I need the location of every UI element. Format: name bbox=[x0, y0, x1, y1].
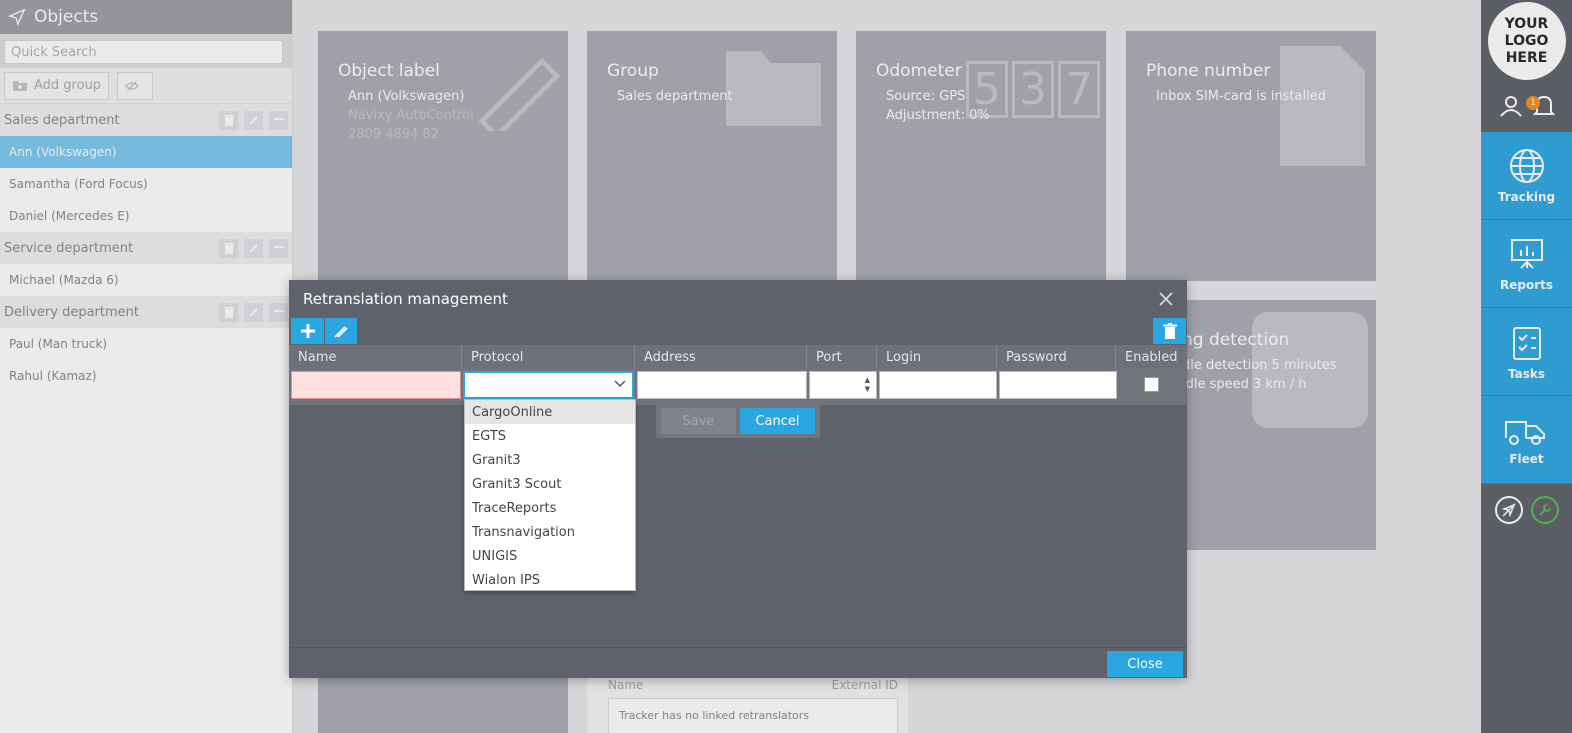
column-header-port: Port bbox=[807, 345, 877, 369]
pencil-icon bbox=[334, 326, 348, 338]
delete-retranslation-button[interactable] bbox=[1153, 318, 1186, 344]
cancel-button[interactable]: Cancel bbox=[740, 408, 815, 434]
edit-retranslation-button[interactable] bbox=[324, 318, 357, 344]
spinner-arrows-icon[interactable]: ▲ ▼ bbox=[865, 376, 870, 394]
row-editor-buttons: Save Cancel bbox=[656, 404, 820, 438]
column-header-enabled: Enabled bbox=[1125, 349, 1178, 365]
trash-icon bbox=[1162, 323, 1177, 339]
close-button[interactable]: Close bbox=[1107, 651, 1183, 677]
retranslation-edit-row: ▲ ▼ bbox=[289, 369, 1187, 405]
password-input[interactable] bbox=[999, 371, 1117, 399]
port-stepper[interactable]: ▲ ▼ bbox=[809, 371, 877, 399]
protocol-option[interactable]: EGTS bbox=[465, 424, 635, 448]
login-input[interactable] bbox=[879, 371, 997, 399]
protocol-option[interactable]: CargoOnline bbox=[465, 400, 635, 424]
save-button[interactable]: Save bbox=[661, 408, 736, 434]
address-input[interactable] bbox=[637, 371, 807, 399]
protocol-select[interactable] bbox=[463, 371, 634, 399]
dialog-toolbar bbox=[289, 318, 1187, 344]
column-header-protocol: Protocol bbox=[462, 345, 635, 369]
enabled-checkbox[interactable] bbox=[1144, 377, 1159, 392]
protocol-option[interactable]: Granit3 bbox=[465, 448, 635, 472]
name-input[interactable] bbox=[291, 371, 461, 399]
dialog-titlebar: Retranslation management bbox=[289, 280, 1187, 318]
column-header-login: Login bbox=[877, 345, 997, 369]
column-header-name: Name bbox=[289, 345, 462, 369]
protocol-option[interactable]: Transnavigation bbox=[465, 520, 635, 544]
column-header-address: Address bbox=[635, 345, 807, 369]
retranslation-management-dialog: Retranslation management Name Protocol A… bbox=[289, 280, 1187, 678]
retranslation-grid-header: Name Protocol Address Port Login Passwor… bbox=[289, 345, 1187, 369]
protocol-option[interactable]: Wialon IPS bbox=[465, 568, 635, 592]
protocol-option[interactable]: Granit3 Scout bbox=[465, 472, 635, 496]
dialog-footer: Close bbox=[289, 647, 1187, 678]
protocol-option[interactable]: UNIGIS bbox=[465, 544, 635, 568]
dialog-title: Retranslation management bbox=[303, 290, 508, 308]
protocol-dropdown-list: CargoOnline EGTS Granit3 Granit3 Scout T… bbox=[464, 399, 636, 591]
chevron-down-icon bbox=[614, 380, 626, 388]
protocol-option[interactable]: TraceReports bbox=[465, 496, 635, 520]
plus-icon bbox=[300, 324, 315, 338]
column-header-password: Password bbox=[997, 345, 1116, 369]
add-retranslation-button[interactable] bbox=[291, 318, 324, 344]
close-icon[interactable] bbox=[1159, 292, 1173, 306]
